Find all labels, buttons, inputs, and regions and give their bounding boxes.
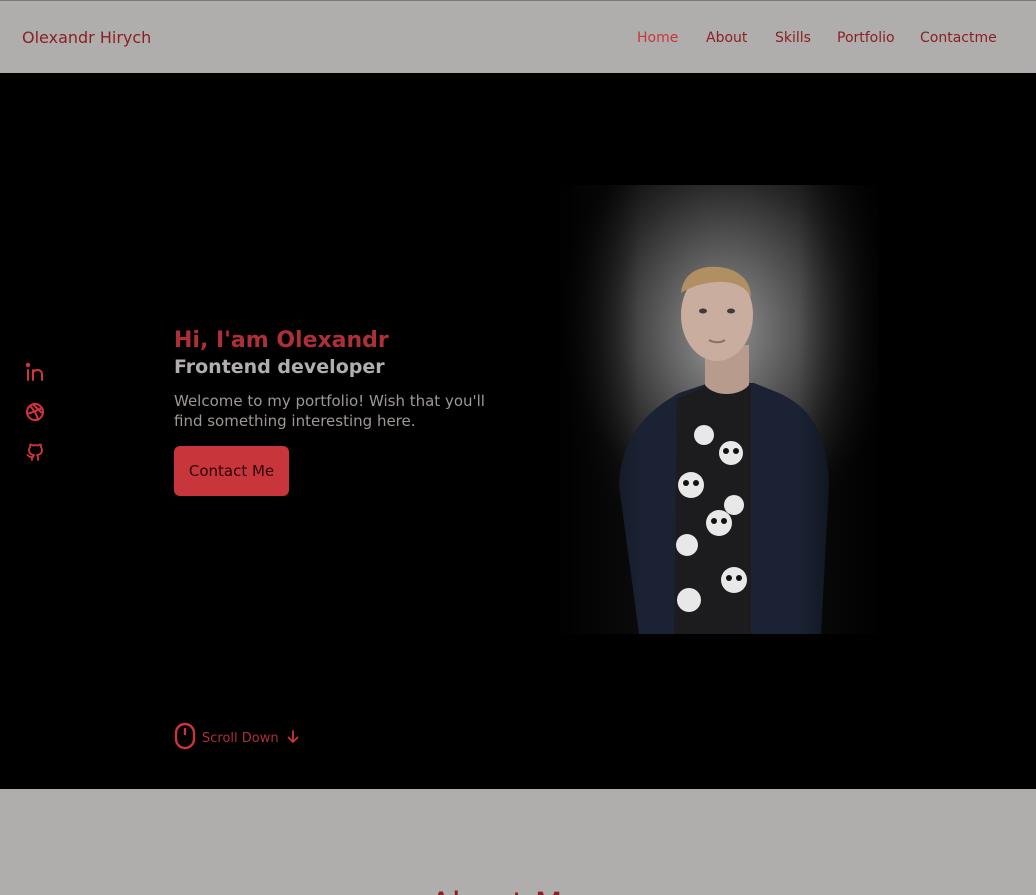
about-section: About Me: [0, 789, 1036, 895]
main-nav: Home About Skills Portfolio Contactme: [0, 30, 1036, 50]
hero-greeting: Hi, I'am Olexandr: [174, 328, 389, 353]
dribbble-icon[interactable]: [25, 402, 47, 422]
hero-section: [0, 73, 1036, 789]
hero-role: Frontend developer: [174, 356, 385, 378]
site-header: Olexandr Hirych Home About Skills Portfo…: [0, 1, 1036, 73]
github-icon[interactable]: [25, 442, 47, 462]
arrow-down-icon: [287, 729, 299, 748]
mouse-icon: [174, 722, 196, 754]
nav-contactme[interactable]: Contactme: [920, 30, 997, 46]
linkedin-icon[interactable]: [25, 362, 47, 382]
contact-me-button[interactable]: Contact Me: [174, 446, 289, 496]
nav-about[interactable]: About: [706, 30, 747, 46]
nav-home[interactable]: Home: [637, 30, 678, 46]
nav-portfolio[interactable]: Portfolio: [837, 30, 895, 46]
hero-welcome-text: Welcome to my portfolio! Wish that you'l…: [174, 392, 485, 430]
scroll-down-label: Scroll Down: [202, 730, 279, 746]
scroll-down-link[interactable]: Scroll Down: [174, 722, 299, 754]
profile-photo: [559, 185, 879, 634]
nav-skills[interactable]: Skills: [775, 30, 811, 46]
about-title: About Me: [430, 885, 582, 895]
